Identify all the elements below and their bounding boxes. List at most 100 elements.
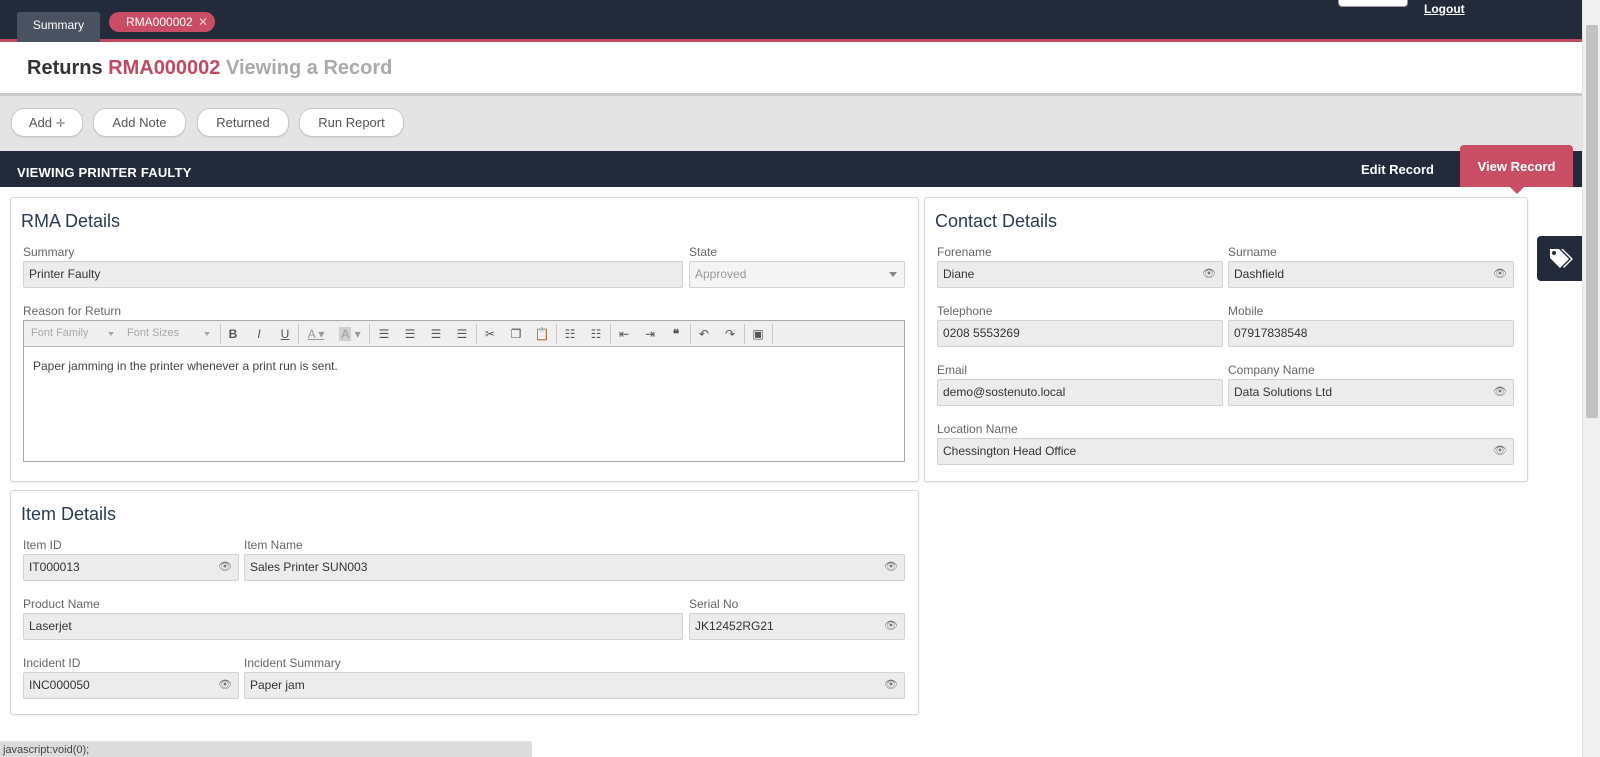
- run-report-button[interactable]: Run Report: [299, 108, 404, 137]
- serial-label: Serial No: [689, 597, 739, 611]
- state-label: State: [689, 245, 718, 259]
- indent-icon[interactable]: ⇥: [640, 324, 660, 344]
- incident-summary-field[interactable]: Paper jam 👁: [244, 672, 905, 699]
- separator: [690, 324, 691, 344]
- align-center-icon[interactable]: ☰: [400, 324, 420, 344]
- section-header: VIEWING PRINTER FAULTY Edit Record View …: [0, 145, 1582, 194]
- product-field[interactable]: Laserjet: [23, 613, 683, 640]
- separator: [744, 324, 745, 344]
- product-label: Product Name: [23, 597, 100, 611]
- eye-icon[interactable]: 👁: [218, 555, 232, 580]
- eye-icon[interactable]: 👁: [884, 673, 898, 698]
- eye-icon[interactable]: 👁: [884, 555, 898, 580]
- reason-editor: Font Family Font Sizes B I U A ▾ A ▾ ☰ ☰…: [23, 320, 905, 462]
- outdent-icon[interactable]: ⇤: [614, 324, 634, 344]
- align-right-icon[interactable]: ☰: [426, 324, 446, 344]
- view-record-tab[interactable]: View Record: [1460, 145, 1573, 194]
- state-select[interactable]: Approved: [689, 261, 905, 288]
- mobile-label: Mobile: [1228, 304, 1264, 318]
- action-toolbar: Add ✛ Add Note Returned Run Report: [0, 96, 1582, 151]
- editor-toolbar: Font Family Font Sizes B I U A ▾ A ▾ ☰ ☰…: [24, 321, 904, 347]
- panel-title: Contact Details: [935, 211, 1058, 231]
- returned-button[interactable]: Returned: [197, 108, 289, 137]
- paste-icon[interactable]: 📋: [532, 324, 552, 344]
- underline-icon[interactable]: U: [275, 324, 295, 344]
- chevron-down-icon: [889, 272, 897, 277]
- separator: [220, 324, 221, 344]
- incident-summary-label: Incident Summary: [244, 656, 341, 670]
- email-label: Email: [937, 363, 968, 377]
- eye-icon[interactable]: 👁: [1493, 262, 1507, 287]
- align-justify-icon[interactable]: ☰: [452, 324, 472, 344]
- app-window: Summary RMA000002 ✕ Logout Returns RMA00…: [0, 0, 1600, 757]
- reason-label: Reason for Return: [23, 304, 122, 318]
- item-id-field[interactable]: IT000013 👁: [23, 554, 239, 581]
- font-sizes-dropdown[interactable]: Font Sizes: [122, 325, 214, 342]
- text-color-icon[interactable]: A ▾: [302, 324, 330, 344]
- company-field[interactable]: Data Solutions Ltd 👁: [1228, 379, 1514, 406]
- separator: [610, 324, 611, 344]
- highlight-color-icon[interactable]: A ▾: [336, 324, 364, 344]
- undo-icon[interactable]: ↶: [694, 324, 714, 344]
- location-field[interactable]: Chessington Head Office 👁: [937, 438, 1514, 465]
- rma-details-panel: RMA Details Summary Printer Faulty State…: [10, 197, 919, 482]
- incident-id-label: Incident ID: [23, 656, 81, 670]
- align-left-icon[interactable]: ☰: [374, 324, 394, 344]
- numbered-list-icon[interactable]: ☷: [586, 324, 606, 344]
- image-icon[interactable]: ▣: [748, 324, 768, 344]
- separator: [298, 324, 299, 344]
- blockquote-icon[interactable]: ❝: [666, 324, 686, 344]
- surname-field[interactable]: Dashfield 👁: [1228, 261, 1514, 288]
- reason-text[interactable]: Paper jamming in the printer whenever a …: [33, 359, 338, 373]
- tag-icon: [1550, 249, 1573, 268]
- add-button[interactable]: Add ✛: [11, 108, 83, 137]
- product-value: Laserjet: [29, 619, 72, 633]
- item-name-value: Sales Printer SUN003: [250, 560, 368, 574]
- page-title-record-id: RMA000002: [108, 57, 221, 79]
- panel-title: RMA Details: [21, 211, 121, 231]
- separator: [476, 324, 477, 344]
- forename-label: Forename: [937, 245, 992, 259]
- eye-icon[interactable]: 👁: [884, 614, 898, 639]
- incident-id-field[interactable]: INC000050 👁: [23, 672, 239, 699]
- surname-value: Dashfield: [1234, 267, 1285, 281]
- mobile-field[interactable]: 07917838548: [1228, 320, 1514, 347]
- add-note-button[interactable]: Add Note: [93, 108, 186, 137]
- cut-icon[interactable]: ✂: [480, 324, 500, 344]
- eye-icon[interactable]: 👁: [1202, 262, 1216, 287]
- edit-record-tab[interactable]: Edit Record: [1361, 162, 1434, 177]
- serial-field[interactable]: JK12452RG21 👁: [689, 613, 905, 640]
- forename-field[interactable]: Diane 👁: [937, 261, 1223, 288]
- eye-icon[interactable]: 👁: [1493, 380, 1507, 405]
- redo-icon[interactable]: ↷: [720, 324, 740, 344]
- page-title-mode: Viewing a Record: [226, 57, 393, 79]
- tags-button[interactable]: [1537, 236, 1582, 281]
- logout-link[interactable]: Logout: [1424, 2, 1465, 16]
- item-name-field[interactable]: Sales Printer SUN003 👁: [244, 554, 905, 581]
- eye-icon[interactable]: 👁: [218, 673, 232, 698]
- tab-summary[interactable]: Summary: [17, 12, 100, 42]
- telephone-label: Telephone: [937, 304, 993, 318]
- surname-label: Surname: [1228, 245, 1277, 259]
- vertical-scrollbar[interactable]: [1582, 0, 1600, 757]
- item-id-label: Item ID: [23, 538, 62, 552]
- bold-icon[interactable]: B: [223, 324, 243, 344]
- copy-icon[interactable]: ❐: [506, 324, 526, 344]
- italic-icon[interactable]: I: [249, 324, 269, 344]
- contact-details-panel: Contact Details Forename Diane 👁 Surname …: [924, 197, 1528, 482]
- eye-icon[interactable]: 👁: [1493, 439, 1507, 464]
- plus-icon: ✛: [55, 118, 66, 130]
- close-icon[interactable]: ✕: [198, 12, 208, 32]
- bullet-list-icon[interactable]: ☷: [560, 324, 580, 344]
- separator: [772, 324, 773, 344]
- summary-field[interactable]: Printer Faulty: [23, 261, 683, 288]
- separator: [369, 324, 370, 344]
- page-title-module: Returns: [27, 57, 103, 79]
- font-family-dropdown[interactable]: Font Family: [26, 325, 118, 342]
- telephone-field[interactable]: 0208 5553269: [937, 320, 1223, 347]
- item-details-panel: Item Details Item ID IT000013 👁 Item Name…: [10, 490, 919, 715]
- email-field[interactable]: demo@sostenuto.local: [937, 379, 1223, 406]
- scrollbar-thumb[interactable]: [1586, 25, 1598, 418]
- tab-rma[interactable]: RMA000002 ✕: [109, 12, 215, 32]
- incident-id-value: INC000050: [29, 678, 90, 692]
